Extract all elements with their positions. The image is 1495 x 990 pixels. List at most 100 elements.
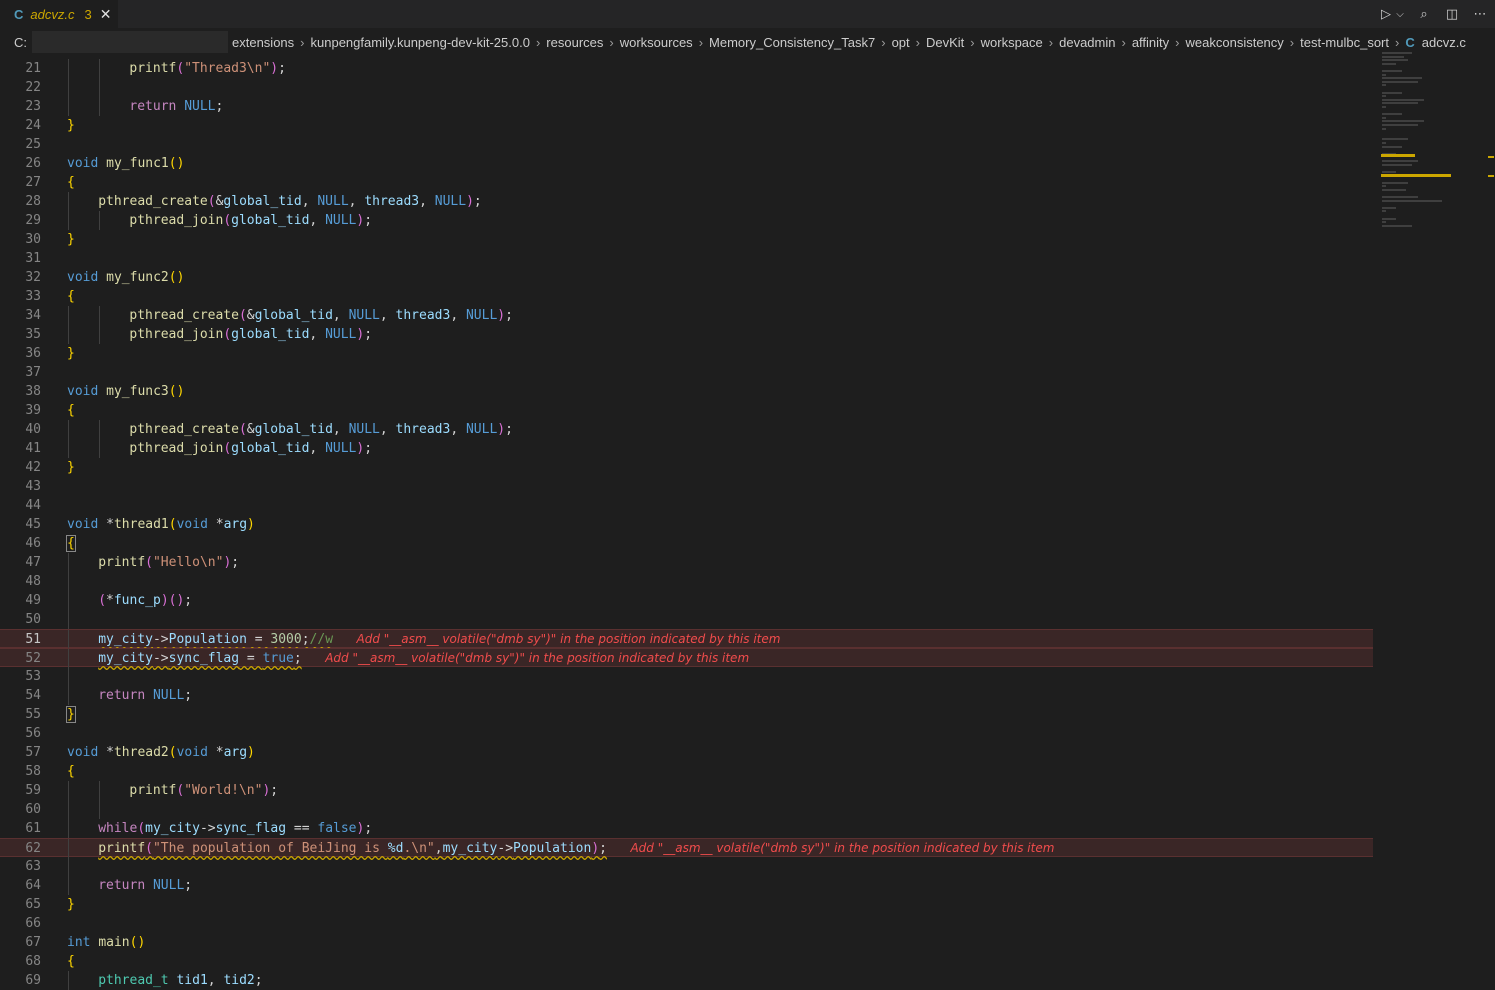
code-line[interactable]: 59 printf("World!\n");: [0, 781, 1373, 800]
code-line[interactable]: 39 {: [0, 401, 1373, 420]
code-line[interactable]: 53: [0, 667, 1373, 686]
breadcrumb-segment[interactable]: kunpengfamily.kunpeng-dev-kit-25.0.0: [311, 35, 530, 50]
code-line[interactable]: 63: [0, 857, 1373, 876]
code-line[interactable]: 34 pthread_create(&global_tid, NULL, thre…: [0, 306, 1373, 325]
line-number: 27: [25, 175, 41, 190]
line-number: 23: [25, 99, 41, 114]
code-line[interactable]: 66: [0, 914, 1373, 933]
code-text: printf("The population of BeiJing is %d.…: [98, 841, 1055, 856]
more-actions-icon[interactable]: ⋯: [1471, 7, 1489, 22]
indent-guide: [99, 420, 101, 439]
minimap-line: [1382, 163, 1412, 166]
code-line[interactable]: 55}: [0, 705, 1373, 724]
breadcrumb-segment[interactable]: opt: [892, 35, 910, 50]
indent-guide: [68, 439, 69, 458]
minimap-line: [1382, 199, 1442, 202]
code-line[interactable]: 21 printf("Thread3\n");: [0, 59, 1373, 78]
chevron-right-icon: ›: [1289, 34, 1295, 50]
code-line[interactable]: 69 pthread_t tid1, tid2;: [0, 971, 1373, 990]
code-line[interactable]: 23 return NULL;: [0, 97, 1373, 116]
code-line[interactable]: 26 void my_func1(): [0, 154, 1373, 173]
code-line[interactable]: 57 void *thread2(void *arg): [0, 743, 1373, 762]
code-line[interactable]: 40 pthread_create(&global_tid, NULL, thre…: [0, 420, 1373, 439]
breadcrumb-segments: extensions › kunpengfamily.kunpeng-dev-kit…: [232, 35, 1405, 50]
code-line[interactable]: 42}: [0, 458, 1373, 477]
code-line[interactable]: 37: [0, 363, 1373, 382]
breadcrumb-segment[interactable]: extensions: [232, 35, 294, 50]
code-line[interactable]: 50: [0, 610, 1373, 629]
code-line[interactable]: 52 my_city->sync_flag = true; Add "__asm_…: [0, 648, 1373, 668]
tab-adcvz-c[interactable]: C adcvz.c 3 ✕: [0, 0, 118, 28]
code-line[interactable]: 58 {: [0, 762, 1373, 781]
code-line[interactable]: 64 return NULL;: [0, 876, 1373, 895]
indent-guide: [68, 800, 69, 819]
code-line[interactable]: 30}: [0, 230, 1373, 249]
line-number: 63: [25, 859, 41, 874]
code-line[interactable]: 44: [0, 496, 1373, 515]
code-line[interactable]: 29 pthread_join(global_tid, NULL);: [0, 211, 1373, 230]
indent-guide: [99, 97, 101, 116]
code-line[interactable]: 35 pthread_join(global_tid, NULL);: [0, 325, 1373, 344]
breadcrumb-segment[interactable]: devadmin: [1059, 35, 1115, 50]
code-text: }: [67, 118, 75, 133]
indent-guide: [99, 439, 101, 458]
indent-guide: [68, 97, 69, 116]
line-number: 24: [25, 118, 41, 133]
code-line[interactable]: 36}: [0, 344, 1373, 363]
close-icon[interactable]: ✕: [100, 6, 112, 23]
code-line[interactable]: 32 void my_func2(): [0, 268, 1373, 287]
breadcrumb-segment[interactable]: resources: [546, 35, 603, 50]
code-line[interactable]: 31: [0, 249, 1373, 268]
code-line[interactable]: 65}: [0, 895, 1373, 914]
breadcrumb-file[interactable]: adcvz.c: [1422, 35, 1466, 50]
tab-filename: adcvz.c: [30, 6, 75, 22]
breadcrumb-segment[interactable]: weakconsistency: [1186, 35, 1284, 50]
minimap[interactable]: [1378, 52, 1495, 242]
code-line[interactable]: 62 printf("The population of BeiJing is %…: [0, 838, 1373, 858]
code-text: printf("Hello\n");: [98, 555, 240, 570]
split-editor-icon[interactable]: ◫: [1443, 7, 1461, 22]
code-line[interactable]: 67 int main(): [0, 933, 1373, 952]
line-number: 39: [25, 403, 41, 418]
code-line[interactable]: 60: [0, 800, 1373, 819]
code-line[interactable]: 54 return NULL;: [0, 686, 1373, 705]
breadcrumb-segment[interactable]: DevKit: [926, 35, 964, 50]
code-line[interactable]: 46 {: [0, 534, 1373, 553]
indent-guide: [99, 325, 101, 344]
search-icon[interactable]: ⌕: [1415, 7, 1433, 22]
code-line[interactable]: 33 {: [0, 287, 1373, 306]
breadcrumb-drive[interactable]: C:: [14, 35, 30, 50]
code-text: pthread_create(&global_tid, NULL, thread…: [98, 194, 482, 209]
breadcrumb-segment[interactable]: affinity: [1132, 35, 1169, 50]
code-text: void my_func2(): [67, 270, 185, 285]
code-line[interactable]: 56: [0, 724, 1373, 743]
chevron-down-icon[interactable]: ⌵: [1395, 9, 1405, 20]
code-line[interactable]: 22: [0, 78, 1373, 97]
code-line[interactable]: 41 pthread_join(global_tid, NULL);: [0, 439, 1373, 458]
code-line[interactable]: 27 {: [0, 173, 1373, 192]
code-line[interactable]: 43: [0, 477, 1373, 496]
code-line[interactable]: 24}: [0, 116, 1373, 135]
chevron-right-icon: ›: [881, 34, 886, 50]
code-line[interactable]: 68 {: [0, 952, 1373, 971]
breadcrumb-segment[interactable]: workspace: [981, 35, 1043, 50]
breadcrumb-segment[interactable]: worksources: [620, 35, 693, 50]
code-line[interactable]: 25: [0, 135, 1373, 154]
code-line[interactable]: 38 void my_func3(): [0, 382, 1373, 401]
line-number: 48: [25, 574, 41, 589]
code-line[interactable]: 47 printf("Hello\n");: [0, 553, 1373, 572]
code-line[interactable]: 45 void *thread1(void *arg): [0, 515, 1373, 534]
code-line[interactable]: 28 pthread_create(&global_tid, NULL, thre…: [0, 192, 1373, 211]
run-debug-icon[interactable]: ▷: [1377, 7, 1395, 22]
code-line[interactable]: 61 while(my_city->sync_flag == false);: [0, 819, 1373, 838]
breadcrumb-segment[interactable]: test-mulbc_sort: [1300, 35, 1389, 50]
code-text: {: [66, 535, 76, 552]
indent-guide: [68, 572, 69, 591]
breadcrumb-segment[interactable]: Memory_Consistency_Task7: [709, 35, 875, 50]
code-line[interactable]: 49 (*func_p)();: [0, 591, 1373, 610]
code-editor[interactable]: 21 printf("Thread3\n"); 22 23 return NULL; 24…: [0, 59, 1495, 990]
line-number: 66: [25, 916, 41, 931]
minimap-line: [1382, 106, 1386, 108]
code-line[interactable]: 48: [0, 572, 1373, 591]
code-line[interactable]: 51 my_city->Population = 3000;//w Add "__…: [0, 629, 1373, 649]
